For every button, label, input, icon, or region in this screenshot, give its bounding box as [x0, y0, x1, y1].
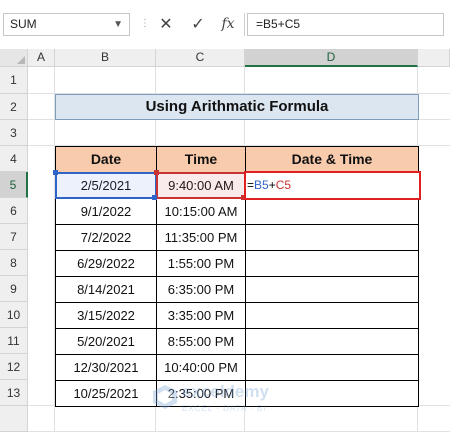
row-header-6[interactable]: 6	[0, 198, 28, 224]
formula-bar-divider	[244, 13, 245, 36]
column-header-a[interactable]: A	[28, 49, 55, 67]
formula-plus: +	[268, 178, 276, 192]
resize-handle-icon[interactable]	[53, 170, 58, 175]
formula-text: =B5+C5	[256, 17, 301, 31]
cell-datetime[interactable]	[245, 224, 419, 251]
cell-datetime[interactable]	[245, 250, 419, 277]
watermark-tagline: EXCEL · DATA · BI	[182, 404, 267, 413]
formula-bar: SUM ▼ ⋮ ✕ ✓ fx =B5+C5	[0, 0, 450, 49]
cell-time[interactable]: 8:55:00 PM	[156, 328, 246, 355]
cancel-button[interactable]: ✕	[152, 13, 180, 36]
cell-date[interactable]: 5/20/2021	[55, 328, 157, 355]
column-header-b[interactable]: B	[55, 49, 156, 67]
sheet-title[interactable]: Using Arithmatic Formula	[55, 94, 419, 120]
formula-input[interactable]: =B5+C5	[247, 13, 444, 36]
table-header-datetime[interactable]: Date & Time	[245, 146, 419, 173]
watermark: exceldemy EXCEL · DATA · BI	[152, 382, 322, 422]
row-header-2[interactable]: 2	[0, 94, 28, 120]
name-box-value: SUM	[10, 17, 37, 31]
cell-edit-formula[interactable]: =B5+C5	[247, 176, 291, 194]
cell-date[interactable]: 9/1/2022	[55, 198, 157, 225]
cell-date[interactable]: 7/2/2022	[55, 224, 157, 251]
cell-date[interactable]: 12/30/2021	[55, 354, 157, 381]
reference-highlight-c5	[156, 172, 246, 199]
cell-datetime[interactable]	[245, 354, 419, 381]
column-header-c[interactable]: C	[156, 49, 245, 67]
row-header-7[interactable]: 7	[0, 224, 28, 250]
row-header-3[interactable]: 3	[0, 120, 28, 146]
table-header-date[interactable]: Date	[55, 146, 157, 173]
cell-time[interactable]: 6:35:00 PM	[156, 276, 246, 303]
row-header-13[interactable]: 13	[0, 380, 28, 406]
enter-button[interactable]: ✓	[184, 13, 212, 36]
cell-date[interactable]: 6/29/2022	[55, 250, 157, 277]
resize-handle-icon[interactable]	[154, 170, 159, 175]
cell-time[interactable]: 3:35:00 PM	[156, 302, 246, 329]
row-header-5[interactable]: 5	[0, 172, 28, 198]
cell-datetime[interactable]	[245, 328, 419, 355]
chevron-down-icon[interactable]: ▼	[113, 14, 123, 35]
reference-highlight-b5	[55, 172, 157, 199]
cell-time[interactable]: 10:15:00 AM	[156, 198, 246, 225]
row-header-9[interactable]: 9	[0, 276, 28, 302]
cell-time[interactable]: 11:35:00 PM	[156, 224, 246, 251]
row-header-12[interactable]: 12	[0, 354, 28, 380]
row-header-11[interactable]: 11	[0, 328, 28, 354]
formula-ref-b5: B5	[254, 178, 269, 192]
table-header-time[interactable]: Time	[156, 146, 246, 173]
insert-function-button[interactable]: fx	[214, 13, 242, 36]
close-icon: ✕	[159, 16, 173, 33]
row-header-10[interactable]: 10	[0, 302, 28, 328]
cell-date[interactable]: 10/25/2021	[55, 380, 157, 407]
cell-datetime[interactable]	[245, 276, 419, 303]
formula-ref-c5: C5	[275, 178, 292, 192]
cell-date[interactable]: 8/14/2021	[55, 276, 157, 303]
cell-time[interactable]: 10:40:00 PM	[156, 354, 246, 381]
worksheet-grid[interactable]: A B C D 1 2 3 4 5 6 7 8 9 10 11 12 13 Us…	[0, 49, 450, 432]
row-header-14[interactable]	[0, 406, 28, 432]
cell-date[interactable]: 3/15/2022	[55, 302, 157, 329]
cell-datetime[interactable]	[245, 198, 419, 225]
resize-handle-icon[interactable]	[152, 195, 157, 200]
row-header-1[interactable]: 1	[0, 67, 28, 94]
cell-datetime[interactable]	[245, 302, 419, 329]
formula-equals: =	[247, 178, 255, 192]
logo-icon	[153, 385, 177, 409]
cell-time[interactable]: 1:55:00 PM	[156, 250, 246, 277]
name-box[interactable]: SUM ▼	[3, 13, 130, 36]
watermark-name: exceldemy	[182, 382, 269, 401]
row-header-8[interactable]: 8	[0, 250, 28, 276]
fx-icon: fx	[221, 16, 235, 32]
check-icon: ✓	[191, 16, 205, 33]
row-header-4[interactable]: 4	[0, 146, 28, 172]
select-all-button[interactable]	[0, 49, 28, 67]
column-header-e[interactable]	[418, 49, 450, 67]
column-header-d[interactable]: D	[245, 49, 418, 67]
drag-handle-icon[interactable]: ⋮	[140, 18, 150, 29]
